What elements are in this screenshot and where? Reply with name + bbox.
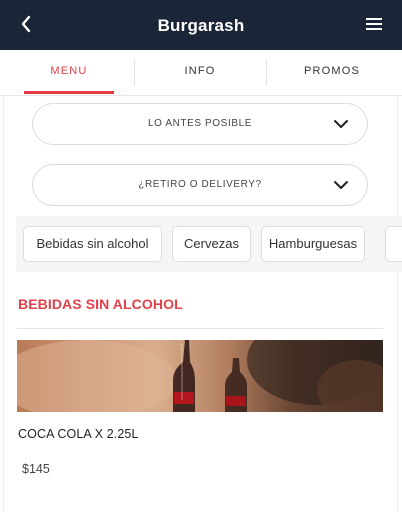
chevron-down-icon xyxy=(334,181,348,189)
chip-bebidas-sin-alcohol[interactable]: Bebidas sin alcohol xyxy=(23,226,162,262)
chip-cervezas[interactable]: Cervezas xyxy=(172,226,251,262)
tab-bar: MENU INFO PROMOS xyxy=(0,50,402,96)
delivery-select[interactable]: ¿RETIRO O DELIVERY? xyxy=(32,164,368,206)
chip-hamburguesas[interactable]: Hamburguesas xyxy=(261,226,365,262)
section-title: BEBIDAS SIN ALCOHOL xyxy=(18,296,183,312)
time-select-label: LO ANTES POSIBLE xyxy=(147,118,253,129)
hamburger-menu-icon xyxy=(366,18,382,30)
menu-button[interactable] xyxy=(364,15,384,33)
tab-divider xyxy=(134,60,135,86)
app-header: Burgarash xyxy=(0,0,402,50)
tab-promos[interactable]: PROMOS xyxy=(282,50,382,94)
tab-info[interactable]: INFO xyxy=(155,50,245,94)
time-select[interactable]: LO ANTES POSIBLE xyxy=(32,103,368,145)
product-name[interactable]: COCA COLA X 2.25L xyxy=(18,427,139,441)
coke-bottles-image xyxy=(17,340,383,412)
chip-more[interactable] xyxy=(385,226,402,262)
tab-divider xyxy=(266,60,267,86)
tab-menu[interactable]: MENU xyxy=(24,50,114,94)
content-border-left xyxy=(3,96,4,512)
page-title: Burgarash xyxy=(157,16,245,35)
chevron-down-icon xyxy=(334,120,348,128)
section-divider xyxy=(17,328,383,329)
category-chip-bar[interactable]: Bebidas sin alcohol Cervezas Hamburguesa… xyxy=(16,216,402,272)
product-image[interactable] xyxy=(17,340,383,412)
product-price: $145 xyxy=(22,462,50,476)
content-border-right xyxy=(397,96,398,512)
delivery-select-label: ¿RETIRO O DELIVERY? xyxy=(138,179,262,190)
